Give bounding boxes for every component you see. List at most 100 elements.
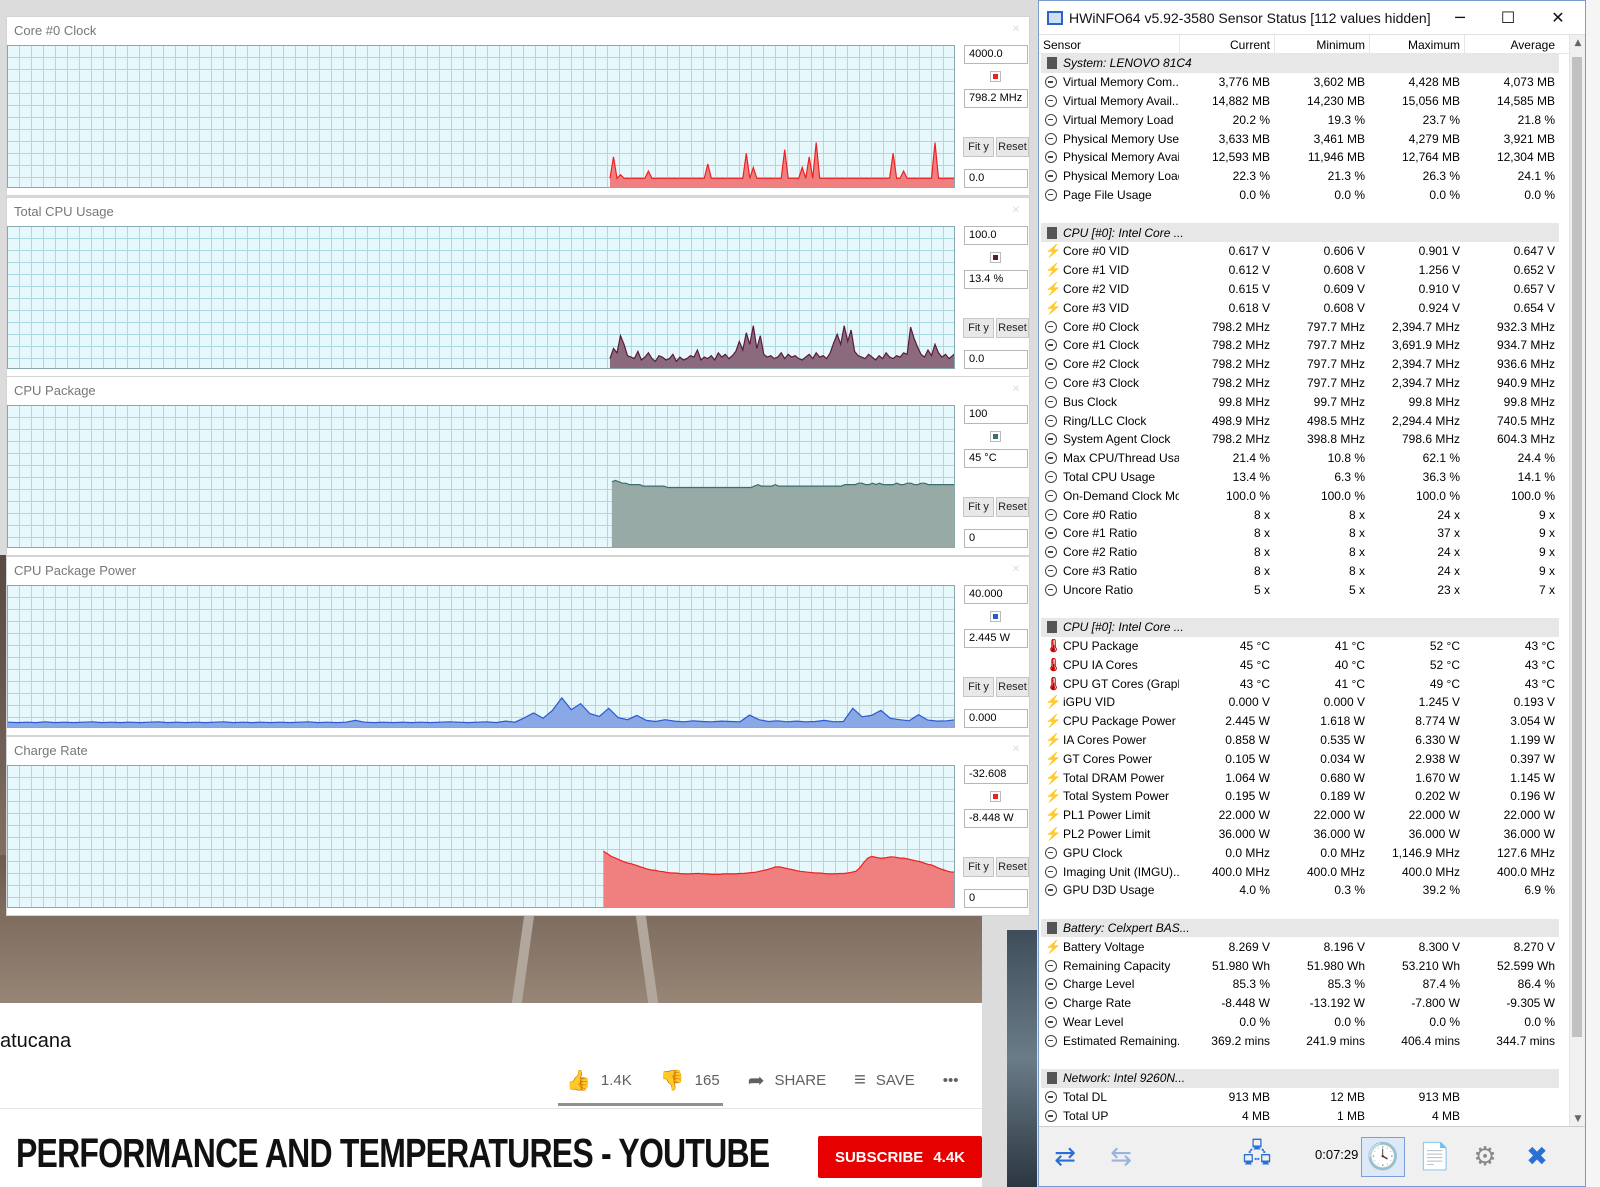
sensor-row[interactable]: Charge Rate -8.448 W -13.192 W -7.800 W -9.3… <box>1039 994 1569 1013</box>
graph-max-field[interactable]: 100 <box>964 405 1028 424</box>
maximize-button[interactable]: ☐ <box>1485 5 1531 31</box>
sensor-row[interactable]: ⚡ PL1 Power Limit 22.000 W 22.000 W 22.000 W… <box>1039 806 1569 825</box>
expand-collapse-icon[interactable]: ⇄ <box>1043 1137 1087 1177</box>
graph-close-icon[interactable]: ✕ <box>1007 21 1025 39</box>
sensor-row[interactable]: Physical Memory Load 22.3 % 21.3 % 26.3 % 24… <box>1039 167 1569 186</box>
sensor-row[interactable]: Core #0 Clock 798.2 MHz 797.7 MHz 2,394.7 M… <box>1039 317 1569 336</box>
settings-gear-icon[interactable]: ⚙ <box>1463 1137 1507 1177</box>
sensor-row[interactable]: Charge Level 85.3 % 85.3 % 87.4 % 86.4 % <box>1039 975 1569 994</box>
sensor-group-header[interactable]: Network: Intel 9260N... <box>1041 1069 1559 1088</box>
more-actions-button[interactable]: ••• <box>943 1072 959 1089</box>
scroll-up-icon[interactable]: ▲ <box>1570 35 1586 51</box>
close-button[interactable]: ✕ <box>1535 5 1581 31</box>
sensor-row[interactable]: Ring/LLC Clock 498.9 MHz 498.5 MHz 2,294.4 … <box>1039 411 1569 430</box>
scroll-down-icon[interactable]: ▼ <box>1570 1111 1586 1127</box>
reset-button[interactable]: Reset <box>996 857 1029 877</box>
graph-max-field[interactable]: -32.608 <box>964 765 1028 784</box>
sensor-row[interactable]: 🌡 CPU Package 45 °C 41 °C 52 °C 43 °C <box>1039 637 1569 656</box>
series-color-swatch[interactable] <box>990 611 1001 622</box>
sensor-row[interactable]: Virtual Memory Com... 3,776 MB 3,602 MB 4,4… <box>1039 73 1569 92</box>
scroll-thumb[interactable] <box>1572 57 1582 1037</box>
graph-close-icon[interactable]: ✕ <box>1007 381 1025 399</box>
vertical-scrollbar[interactable]: ▲ ▼ <box>1569 35 1585 1127</box>
graph-min-field[interactable]: 0.0 <box>964 169 1028 188</box>
graph-min-field[interactable]: 0 <box>964 529 1028 548</box>
sensor-row[interactable]: ⚡ iGPU VID 0.000 V 0.000 V 1.245 V 0.193 V <box>1039 693 1569 712</box>
sensor-row[interactable]: 🌡CPU GT Cores (Graph... 43 °C 41 °C 49 °C 43… <box>1039 674 1569 693</box>
sensor-group-header[interactable]: System: LENOVO 81C4 <box>1041 54 1559 73</box>
sensor-row[interactable]: Max CPU/Thread Usage 21.4 % 10.8 % 62.1 % 24… <box>1039 449 1569 468</box>
collapse-all-icon[interactable]: ⇆ <box>1099 1137 1143 1177</box>
series-color-swatch[interactable] <box>990 431 1001 442</box>
sensor-row[interactable]: On-Demand Clock Mo... 100.0 % 100.0 % 100.0… <box>1039 486 1569 505</box>
clock-reset-icon[interactable]: 🕓 <box>1361 1137 1405 1177</box>
sensor-row[interactable]: Remaining Capacity 51.980 Wh 51.980 Wh 53.2… <box>1039 956 1569 975</box>
column-average[interactable]: Average <box>1464 35 1559 54</box>
sensor-row[interactable]: Core #2 Ratio 8 x 8 x 24 x 9 x <box>1039 543 1569 562</box>
sensor-row[interactable]: Estimated Remaining... 369.2 mins 241.9 mi… <box>1039 1031 1569 1050</box>
graph-max-field[interactable]: 40.000 <box>964 585 1028 604</box>
sensor-row[interactable]: ⚡ GT Cores Power 0.105 W 0.034 W 2.938 W 0.39… <box>1039 749 1569 768</box>
sensor-row[interactable]: ⚡ PL2 Power Limit 36.000 W 36.000 W 36.000 W… <box>1039 825 1569 844</box>
fit-y-button[interactable]: Fit y <box>963 318 994 338</box>
sensor-group-header[interactable]: CPU [#0]: Intel Core ... <box>1041 223 1559 242</box>
series-color-swatch[interactable] <box>990 252 1001 263</box>
like-button[interactable]: 👍 1.4K <box>566 1068 632 1093</box>
sensor-row[interactable]: ⚡ Battery Voltage 8.269 V 8.196 V 8.300 V 8.2… <box>1039 937 1569 956</box>
graph-max-field[interactable]: 100.0 <box>964 226 1028 245</box>
sensor-row[interactable]: Bus Clock 99.8 MHz 99.7 MHz 99.8 MHz 99.8 MH… <box>1039 392 1569 411</box>
graph-close-icon[interactable]: ✕ <box>1007 202 1025 220</box>
column-current[interactable]: Current <box>1179 35 1274 54</box>
sensor-row[interactable]: Core #0 Ratio 8 x 8 x 24 x 9 x <box>1039 505 1569 524</box>
sensor-row[interactable]: Core #3 Clock 798.2 MHz 797.7 MHz 2,394.7 M… <box>1039 374 1569 393</box>
column-minimum[interactable]: Minimum <box>1274 35 1369 54</box>
channel-name[interactable]: atucana <box>0 1030 71 1053</box>
sensor-row[interactable]: ⚡ Core #1 VID 0.612 V 0.608 V 1.256 V 0.652 V <box>1039 261 1569 280</box>
sensor-row[interactable]: Core #1 Ratio 8 x 8 x 37 x 9 x <box>1039 524 1569 543</box>
minimize-button[interactable]: ─ <box>1437 5 1483 31</box>
graph-close-icon[interactable]: ✕ <box>1007 561 1025 579</box>
sensor-row[interactable]: Uncore Ratio 5 x 5 x 23 x 7 x <box>1039 580 1569 599</box>
series-color-swatch[interactable] <box>990 71 1001 82</box>
sensor-row[interactable]: ⚡ Total DRAM Power 1.064 W 0.680 W 1.670 W 1.… <box>1039 768 1569 787</box>
sensor-row[interactable]: Physical Memory Used 3,633 MB 3,461 MB 4,27… <box>1039 129 1569 148</box>
series-color-swatch[interactable] <box>990 791 1001 802</box>
window-titlebar[interactable]: HWiNFO64 v5.92-3580 Sensor Status [112 v… <box>1039 1 1585 35</box>
sensor-row[interactable]: Virtual Memory Avail... 14,882 MB 14,230 M… <box>1039 92 1569 111</box>
sensor-row[interactable]: Wear Level 0.0 % 0.0 % 0.0 % 0.0 % <box>1039 1013 1569 1032</box>
reset-button[interactable]: Reset <box>996 497 1029 517</box>
graph-min-field[interactable]: 0 <box>964 889 1028 908</box>
sensor-row[interactable]: ⚡ Core #3 VID 0.618 V 0.608 V 0.924 V 0.654 V <box>1039 298 1569 317</box>
sensor-row[interactable]: GPU D3D Usage 4.0 % 0.3 % 39.2 % 6.9 % <box>1039 881 1569 900</box>
column-maximum[interactable]: Maximum <box>1369 35 1464 54</box>
subscribe-button[interactable]: SUBSCRIBE 4.4K <box>818 1136 982 1178</box>
sensor-row[interactable]: ⚡ Total System Power 0.195 W 0.189 W 0.202 W… <box>1039 787 1569 806</box>
fit-y-button[interactable]: Fit y <box>963 677 994 697</box>
sensor-row[interactable]: ⚡ CPU Package Power 2.445 W 1.618 W 8.774 W 3… <box>1039 712 1569 731</box>
sensor-group-header[interactable]: Battery: Celxpert BAS... <box>1041 918 1559 938</box>
fit-y-button[interactable]: Fit y <box>963 137 994 157</box>
dislike-button[interactable]: 👎 165 <box>660 1068 720 1093</box>
close-x-icon[interactable]: ✖ <box>1515 1137 1559 1177</box>
reset-button[interactable]: Reset <box>996 677 1029 697</box>
graph-min-field[interactable]: 0.0 <box>964 350 1028 369</box>
reset-button[interactable]: Reset <box>996 318 1029 338</box>
sensor-row[interactable]: Imaging Unit (IMGU)... 400.0 MHz 400.0 MHz… <box>1039 862 1569 881</box>
graph-close-icon[interactable]: ✕ <box>1007 741 1025 759</box>
column-sensor[interactable]: Sensor <box>1039 35 1179 54</box>
fit-y-button[interactable]: Fit y <box>963 497 994 517</box>
sensor-row[interactable]: Physical Memory Avai... 12,593 MB 11,946 M… <box>1039 148 1569 167</box>
graph-max-field[interactable]: 4000.0 <box>964 45 1028 64</box>
sensor-row[interactable]: Core #3 Ratio 8 x 8 x 24 x 9 x <box>1039 562 1569 581</box>
sensor-row[interactable]: ⚡ IA Cores Power 0.858 W 0.535 W 6.330 W 1.19… <box>1039 731 1569 750</box>
network-sensors-icon[interactable]: 🖧 <box>1235 1137 1279 1177</box>
sensor-row[interactable]: Virtual Memory Load 20.2 % 19.3 % 23.7 % 21.… <box>1039 110 1569 129</box>
sensor-row[interactable]: Core #1 Clock 798.2 MHz 797.7 MHz 3,691.9 M… <box>1039 336 1569 355</box>
share-button[interactable]: ➦ SHARE <box>748 1068 826 1093</box>
sensor-group-header[interactable]: CPU [#0]: Intel Core ... <box>1041 617 1559 637</box>
reset-button[interactable]: Reset <box>996 137 1029 157</box>
sensor-row[interactable]: Total CPU Usage 13.4 % 6.3 % 36.3 % 14.1 % <box>1039 468 1569 487</box>
fit-y-button[interactable]: Fit y <box>963 857 994 877</box>
save-button[interactable]: ≡ SAVE <box>854 1069 915 1092</box>
graph-min-field[interactable]: 0.000 <box>964 709 1028 728</box>
